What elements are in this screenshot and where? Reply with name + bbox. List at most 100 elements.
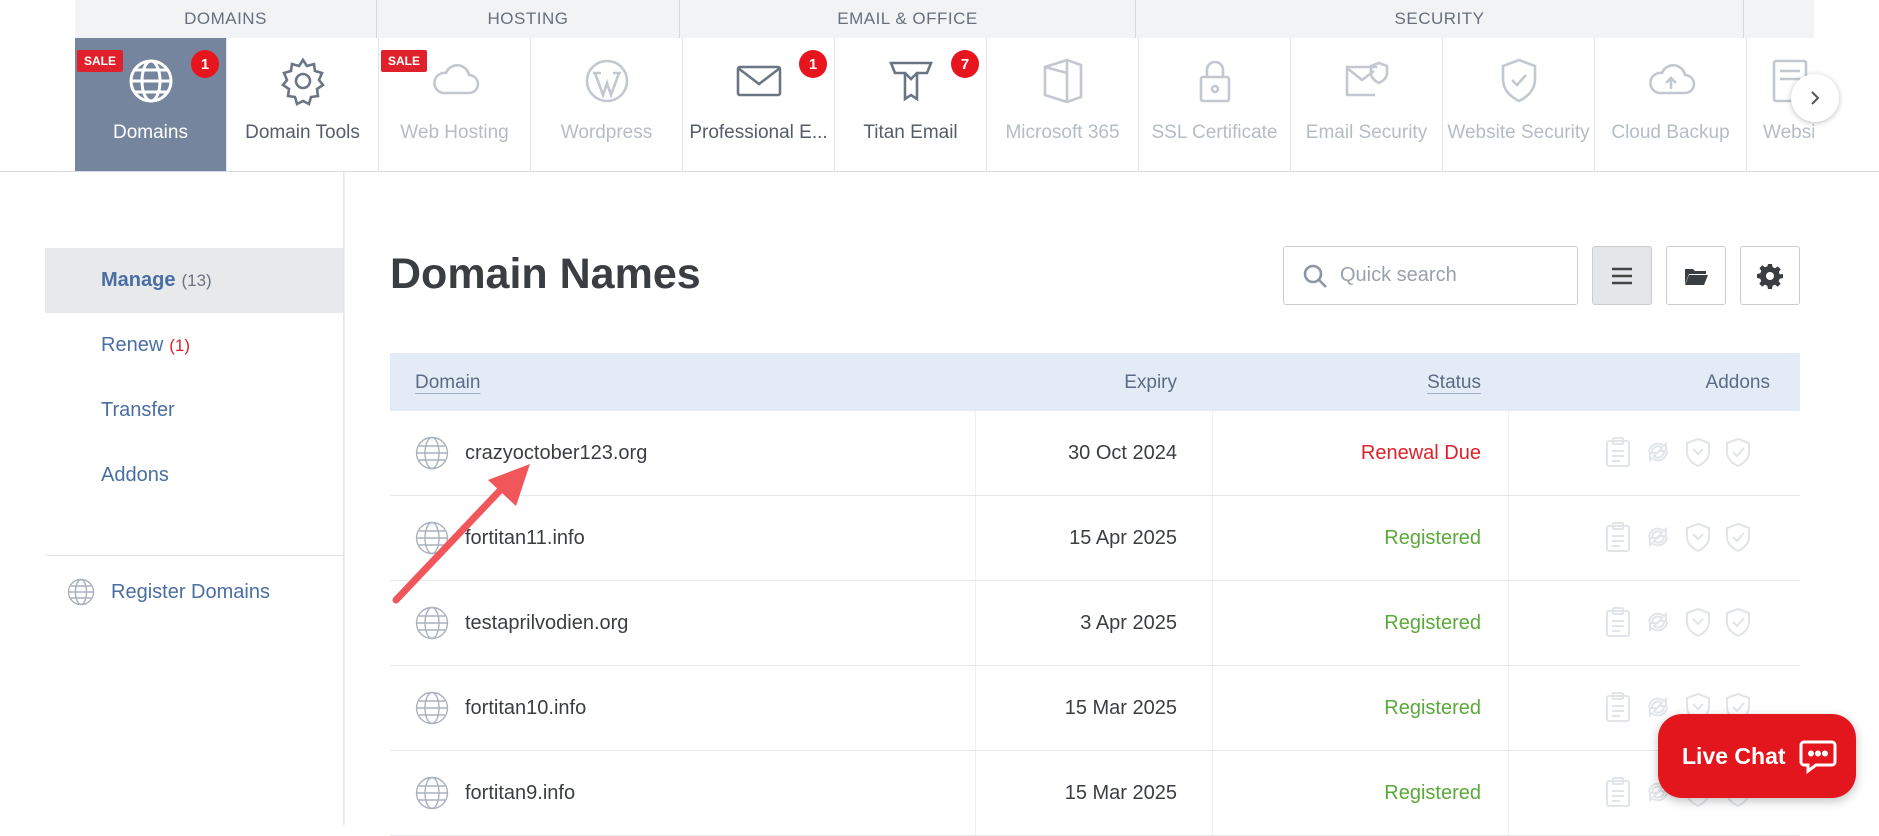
- tile-domains[interactable]: SALE 1 Domains: [75, 38, 227, 171]
- globe-www-icon: [67, 578, 95, 606]
- tile-domain-tools[interactable]: Domain Tools: [227, 38, 379, 171]
- gear-icon: [1757, 263, 1783, 289]
- expiry-date: 15 Mar 2025: [1064, 782, 1177, 804]
- tile-label: Titan Email: [863, 122, 958, 143]
- tile-label: Cloud Backup: [1611, 122, 1730, 143]
- sidebar-item-manage[interactable]: Manage (13): [45, 248, 343, 313]
- office-icon: [1036, 54, 1090, 108]
- list-view-button[interactable]: [1592, 246, 1652, 305]
- tile-label: Web Hosting: [400, 122, 509, 143]
- sidebar-item-transfer[interactable]: Transfer: [45, 378, 343, 443]
- column-separator: [1508, 666, 1509, 750]
- shield-check-icon[interactable]: [1724, 435, 1752, 469]
- chat-bubble-icon: [1799, 740, 1837, 774]
- clipboard-icon[interactable]: [1604, 435, 1632, 469]
- group-header-email-office: EMAIL & OFFICE: [680, 0, 1136, 38]
- folder-view-button[interactable]: [1666, 246, 1726, 305]
- column-separator: [1212, 496, 1213, 580]
- tile-label: SSL Certificate: [1151, 122, 1278, 143]
- sidebar-item-label: Manage: [101, 269, 176, 291]
- sync-icon[interactable]: [1644, 435, 1672, 469]
- table-header: Domain Expiry Status Addons: [390, 353, 1800, 411]
- tile-web-hosting[interactable]: SALE Web Hosting: [379, 38, 531, 171]
- tile-website-security[interactable]: Website Security: [1443, 38, 1595, 171]
- table-row: fortitan11.info 15 Apr 2025 Registered: [390, 496, 1800, 581]
- tile-email-security[interactable]: Email Security: [1291, 38, 1443, 171]
- domain-table: Domain Expiry Status Addons crazyoctober…: [390, 353, 1800, 836]
- tile-ssl-certificate[interactable]: SSL Certificate: [1139, 38, 1291, 171]
- tile-label: Microsoft 365: [1005, 122, 1120, 143]
- product-nav-bar: DOMAINS HOSTING EMAIL & OFFICE SECURITY …: [0, 0, 1879, 172]
- column-header-status[interactable]: Status: [1427, 372, 1481, 394]
- tile-cloud-backup[interactable]: Cloud Backup: [1595, 38, 1747, 171]
- status-text: Registered: [1384, 697, 1481, 719]
- tile-titan-email[interactable]: 7 Titan Email: [835, 38, 987, 171]
- domain-name-link[interactable]: fortitan11.info: [465, 527, 585, 550]
- domain-name-link[interactable]: fortitan10.info: [465, 697, 586, 720]
- scroll-right-button[interactable]: [1791, 74, 1839, 122]
- wordpress-icon: [580, 54, 634, 108]
- shield-check-icon[interactable]: [1724, 520, 1752, 554]
- domain-name-link[interactable]: crazyoctober123.org: [465, 442, 647, 465]
- settings-button[interactable]: [1740, 246, 1800, 305]
- tile-professional-email[interactable]: 1 Professional E...: [683, 38, 835, 171]
- group-header-security: SECURITY: [1136, 0, 1744, 38]
- sidebar-divider: [45, 555, 343, 556]
- globe-www-icon: [415, 606, 449, 640]
- live-chat-button[interactable]: Live Chat: [1658, 714, 1856, 798]
- sidebar-item-addons[interactable]: Addons: [45, 443, 343, 508]
- quick-search-box[interactable]: [1283, 246, 1578, 305]
- chevron-right-icon: [1811, 91, 1820, 105]
- globe-www-icon: [415, 436, 449, 470]
- globe-www-icon: [415, 521, 449, 555]
- tile-label: Domain Tools: [245, 122, 360, 143]
- lock-icon: [1188, 54, 1242, 108]
- shield-heart-icon[interactable]: [1684, 520, 1712, 554]
- expiry-date: 30 Oct 2024: [1068, 442, 1177, 464]
- shield-heart-icon[interactable]: [1684, 435, 1712, 469]
- clipboard-icon[interactable]: [1604, 605, 1632, 639]
- menu-lines-icon: [1612, 267, 1632, 284]
- column-header-domain[interactable]: Domain: [415, 372, 480, 394]
- sidebar-item-count: (13): [181, 270, 212, 290]
- clipboard-icon[interactable]: [1604, 775, 1632, 809]
- tile-label: Wordpress: [560, 122, 653, 143]
- sync-icon[interactable]: [1644, 605, 1672, 639]
- sidebar-item-label: Transfer: [101, 399, 175, 421]
- tile-wordpress[interactable]: Wordpress: [531, 38, 683, 171]
- search-icon: [1303, 264, 1327, 288]
- sidebar-item-label: Renew: [101, 334, 164, 356]
- register-domains-link[interactable]: Register Domains: [67, 578, 270, 606]
- clipboard-icon[interactable]: [1604, 690, 1632, 724]
- globe-www-icon: [415, 691, 449, 725]
- shield-check-icon: [1492, 54, 1546, 108]
- status-text: Renewal Due: [1360, 442, 1481, 464]
- titan-icon: [884, 54, 938, 108]
- tile-microsoft-365[interactable]: Microsoft 365: [987, 38, 1139, 171]
- notification-count-badge: 7: [951, 50, 979, 78]
- table-row: fortitan9.info 15 Mar 2025 Registered: [390, 751, 1800, 836]
- column-separator: [1508, 751, 1509, 835]
- addon-icons: [1604, 520, 1752, 554]
- table-row: testaprilvodien.org 3 Apr 2025 Registere…: [390, 581, 1800, 666]
- shield-heart-icon[interactable]: [1684, 605, 1712, 639]
- group-header-hosting: HOSTING: [377, 0, 680, 38]
- sync-icon[interactable]: [1644, 520, 1672, 554]
- domain-name-link[interactable]: fortitan9.info: [465, 782, 575, 805]
- shield-check-icon[interactable]: [1724, 605, 1752, 639]
- tile-label: Domains: [113, 122, 188, 143]
- clipboard-icon[interactable]: [1604, 520, 1632, 554]
- column-separator: [1212, 666, 1213, 750]
- column-separator: [975, 666, 976, 750]
- domain-name-link[interactable]: testaprilvodien.org: [465, 612, 628, 635]
- column-separator: [1212, 411, 1213, 495]
- tile-label: Professional E...: [689, 122, 828, 143]
- quick-search-input[interactable]: [1340, 264, 1560, 287]
- table-body: crazyoctober123.org 30 Oct 2024 Renewal …: [390, 411, 1800, 836]
- column-header-expiry: Expiry: [1124, 372, 1177, 393]
- column-separator: [1212, 581, 1213, 665]
- sidebar-item-renew[interactable]: Renew (1): [45, 313, 343, 378]
- notification-count-badge: 1: [191, 50, 219, 78]
- expiry-date: 15 Mar 2025: [1064, 697, 1177, 719]
- register-domains-label: Register Domains: [111, 580, 270, 603]
